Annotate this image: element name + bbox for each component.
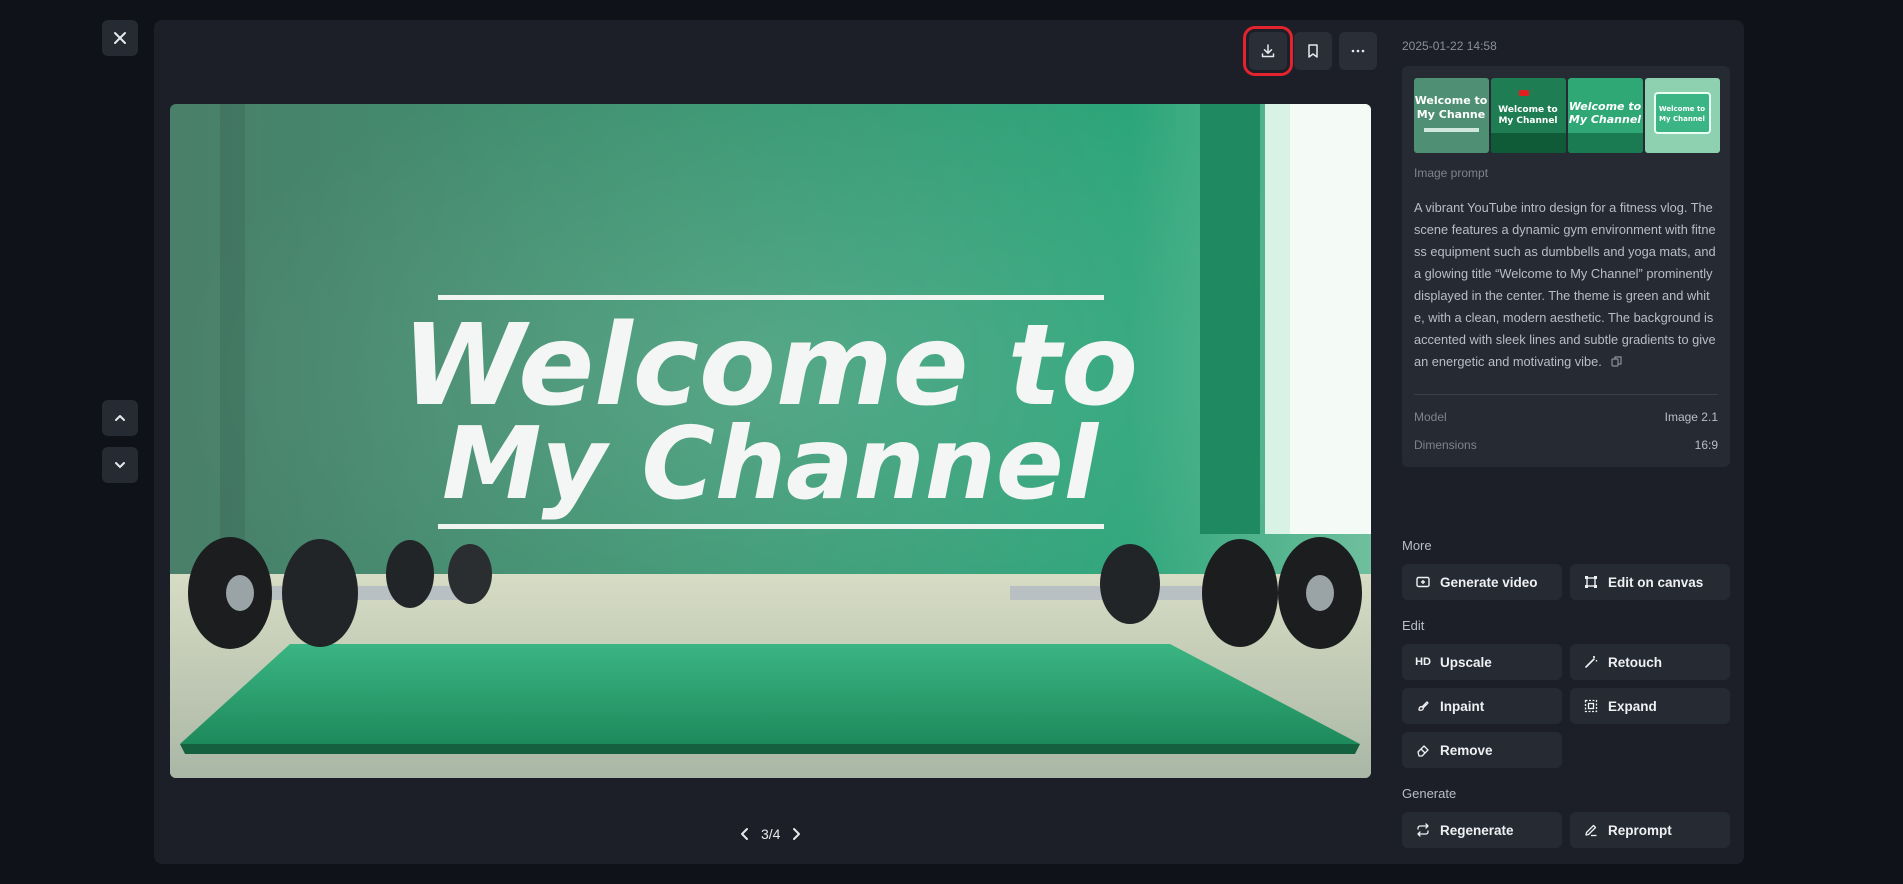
image-headline-line2: My Channel	[442, 405, 1100, 522]
eraser-icon	[1416, 743, 1430, 757]
chevron-right-icon	[793, 828, 801, 840]
page-indicator: 3/4	[761, 826, 781, 842]
generate-video-button[interactable]: Generate video	[1402, 564, 1562, 600]
inpaint-button[interactable]: Inpaint	[1402, 688, 1562, 724]
pager-prev-button[interactable]	[739, 827, 751, 841]
image-pager: 3/4	[739, 826, 802, 842]
details-sidebar: 2025-01-22 14:58 Welcome to My Channe Wel…	[1402, 20, 1732, 864]
svg-text:My Channel: My Channel	[1569, 113, 1641, 126]
remove-label: Remove	[1440, 742, 1493, 758]
download-icon	[1261, 44, 1275, 58]
canvas-icon	[1584, 575, 1598, 589]
dimensions-value: 16:9	[1694, 438, 1718, 452]
retouch-label: Retouch	[1608, 654, 1662, 670]
reprompt-label: Reprompt	[1608, 822, 1672, 838]
info-card: Welcome to My Channe Welcome to My Channel…	[1402, 66, 1730, 467]
creation-date: 2025-01-22 14:58	[1402, 39, 1497, 53]
model-label: Model	[1414, 410, 1447, 424]
generated-image[interactable]: Welcome to My Channel	[170, 104, 1371, 778]
image-viewer-panel: Welcome to My Channel 3/4 2025-01-22 14:…	[154, 20, 1744, 864]
prompt-text: A vibrant YouTube intro design for a fit…	[1414, 200, 1716, 369]
retouch-button[interactable]: Retouch	[1570, 644, 1730, 680]
chevron-up-icon	[115, 415, 125, 421]
more-dots-icon	[1351, 49, 1365, 53]
close-icon	[114, 32, 126, 44]
pencil-icon	[1584, 823, 1598, 837]
magic-wand-icon	[1584, 655, 1598, 669]
next-image-button[interactable]	[102, 447, 138, 483]
svg-text:My Channel: My Channel	[1659, 115, 1705, 123]
thumbnail-2[interactable]: Welcome to My Channel	[1491, 78, 1566, 153]
chevron-down-icon	[115, 462, 125, 468]
chevron-left-icon	[741, 828, 748, 840]
thumbnail-4[interactable]: Welcome to My Channel	[1645, 78, 1720, 153]
svg-text:Welcome to: Welcome to	[1498, 105, 1557, 115]
expand-button[interactable]: Expand	[1570, 688, 1730, 724]
regenerate-button[interactable]: Regenerate	[1402, 812, 1562, 848]
close-button[interactable]	[102, 20, 138, 56]
repeat-icon	[1416, 823, 1430, 837]
upscale-label: Upscale	[1440, 654, 1492, 670]
dimensions-label: Dimensions	[1414, 438, 1477, 452]
bookmark-icon	[1308, 44, 1318, 58]
generated-image-art: Welcome to My Channel	[170, 104, 1371, 778]
edit-on-canvas-button[interactable]: Edit on canvas	[1570, 564, 1730, 600]
info-divider	[1414, 394, 1718, 395]
thumbnail-3[interactable]: Welcome to My Channel	[1568, 78, 1643, 153]
hd-icon: HD	[1415, 656, 1431, 668]
prompt-text-block: A vibrant YouTube intro design for a fit…	[1414, 197, 1720, 374]
svg-text:Welcome to: Welcome to	[1415, 94, 1488, 107]
download-button[interactable]	[1243, 26, 1293, 76]
more-options-button[interactable]	[1339, 32, 1377, 70]
regenerate-label: Regenerate	[1440, 822, 1514, 838]
brush-icon	[1416, 699, 1430, 713]
section-edit-title: Edit	[1402, 618, 1425, 633]
copy-prompt-icon[interactable]	[1611, 352, 1622, 374]
video-plus-icon	[1416, 575, 1430, 589]
reprompt-button[interactable]: Reprompt	[1570, 812, 1730, 848]
svg-text:My Channel: My Channel	[1498, 116, 1557, 126]
model-value: Image 2.1	[1664, 410, 1718, 424]
generate-video-label: Generate video	[1440, 574, 1538, 590]
svg-text:Welcome to: Welcome to	[1659, 105, 1705, 113]
dimensions-row: Dimensions 16:9	[1414, 438, 1718, 452]
svg-text:My Channe: My Channe	[1417, 108, 1485, 121]
section-generate-title: Generate	[1402, 786, 1457, 801]
thumbnail-1[interactable]: Welcome to My Channe	[1414, 78, 1489, 153]
prompt-label: Image prompt	[1414, 166, 1489, 180]
svg-text:Welcome to: Welcome to	[1569, 100, 1642, 113]
inpaint-label: Inpaint	[1440, 698, 1485, 714]
edit-on-canvas-label: Edit on canvas	[1608, 574, 1704, 590]
section-more-title: More	[1402, 538, 1432, 553]
bookmark-button[interactable]	[1294, 32, 1332, 70]
remove-button[interactable]: Remove	[1402, 732, 1562, 768]
expand-icon	[1584, 699, 1598, 713]
pager-next-button[interactable]	[790, 827, 802, 841]
model-row: Model Image 2.1	[1414, 410, 1718, 424]
previous-image-button[interactable]	[102, 400, 138, 436]
upscale-button[interactable]: HD Upscale	[1402, 644, 1562, 680]
thumbnail-strip: Welcome to My Channe Welcome to My Channel…	[1414, 78, 1720, 153]
expand-label: Expand	[1608, 698, 1657, 714]
